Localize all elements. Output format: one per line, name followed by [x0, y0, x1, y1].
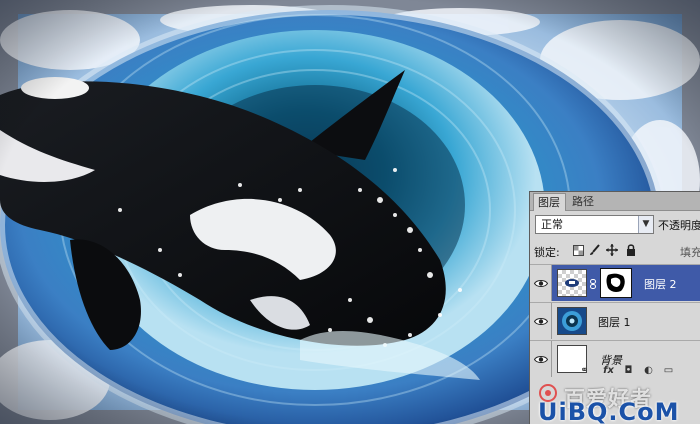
eye-icon[interactable]	[530, 303, 552, 339]
fx-icon[interactable]: fx	[602, 365, 615, 377]
blend-mode-value: 正常	[541, 218, 563, 231]
layer-name[interactable]: 图层 2	[644, 276, 677, 292]
layer-thumbnail[interactable]	[557, 269, 587, 297]
lock-label: 锁定:	[534, 246, 560, 259]
opacity-label: 不透明度	[658, 219, 700, 232]
layer-name[interactable]: 图层 1	[598, 314, 631, 330]
group-icon[interactable]: ▭	[662, 365, 675, 377]
layer-thumbnail[interactable]	[557, 307, 587, 335]
tab-paths[interactable]: 路径	[568, 193, 602, 211]
mask-icon[interactable]: ◘	[622, 365, 635, 377]
blend-mode-select[interactable]: 正常 ▼	[535, 215, 654, 234]
lock-transparency-icon[interactable]	[571, 243, 585, 257]
lock-brush-icon[interactable]	[588, 243, 602, 257]
layer-mask-thumbnail[interactable]	[600, 268, 632, 298]
lock-move-icon[interactable]	[605, 243, 619, 257]
layer-row-layer-1[interactable]: 图层 1	[530, 302, 700, 339]
watermark-domain: UiBQ.CoM	[538, 398, 680, 424]
panel-footer: ⚭ fx ◘ ◐ ▭	[530, 364, 700, 378]
panel-tabbar: 图层 路径	[530, 192, 700, 211]
fill-label: 填充	[680, 246, 700, 259]
tab-layers[interactable]: 图层	[533, 193, 566, 211]
adjustment-icon[interactable]: ◐	[642, 365, 655, 377]
chain-link-icon[interactable]	[590, 279, 596, 289]
lock-all-icon[interactable]	[624, 243, 638, 257]
eye-icon[interactable]	[530, 265, 552, 301]
photoshop-workspace: 图层 路径 正常 ▼ 不透明度 锁定: 填充 图层 2 图层 1 背景 ⚭ fx…	[0, 0, 700, 424]
layer-row-layer-2[interactable]: 图层 2	[530, 264, 700, 301]
link-icon[interactable]: ⚭	[578, 365, 591, 377]
chevron-down-icon[interactable]: ▼	[638, 216, 653, 233]
